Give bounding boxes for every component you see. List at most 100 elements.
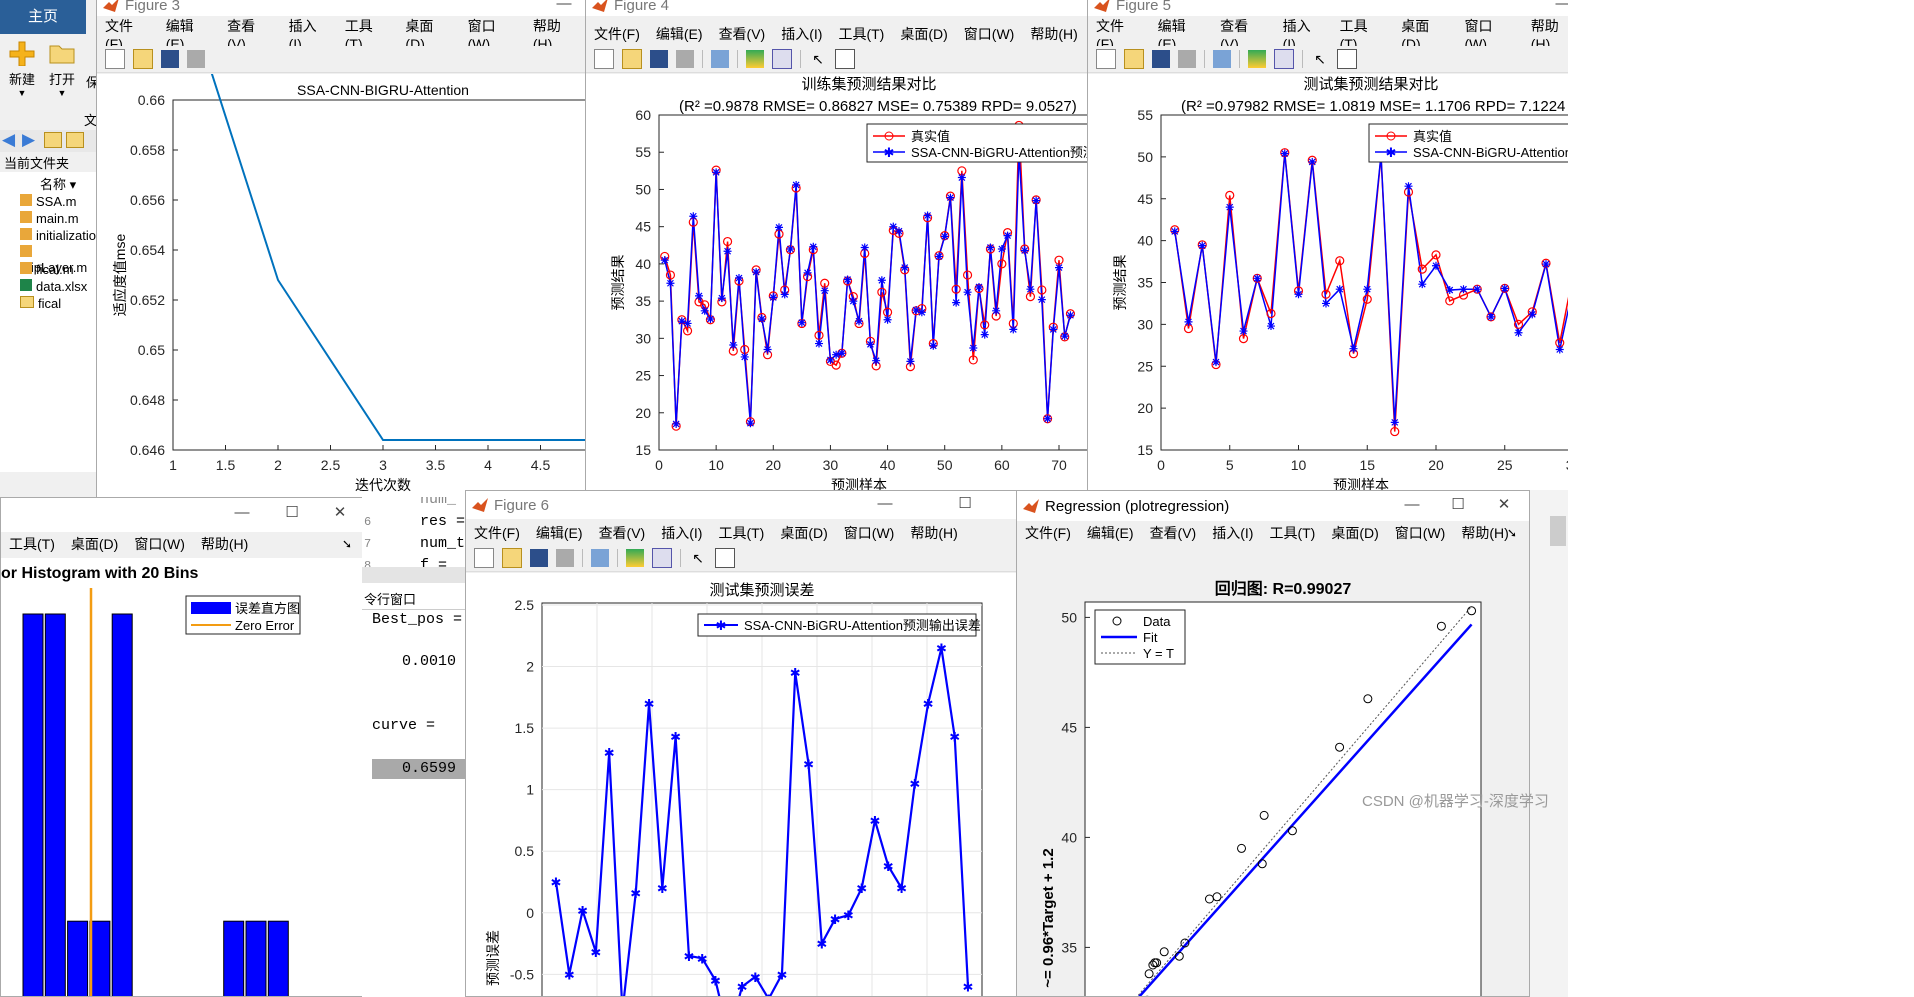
link-plot-icon[interactable]: [1213, 50, 1231, 68]
editor-scrollbar[interactable]: [362, 567, 468, 583]
new-figure-icon[interactable]: [594, 49, 614, 69]
dock-arrow-icon[interactable]: ➘: [342, 537, 352, 551]
maximize-icon[interactable]: ☐: [1435, 495, 1481, 517]
open-file-icon[interactable]: [502, 548, 522, 568]
open-file-icon[interactable]: [1124, 49, 1144, 69]
menu-tools[interactable]: 工具(T): [9, 534, 55, 554]
close-icon[interactable]: ✕: [317, 503, 363, 525]
colorbar-icon[interactable]: [1248, 50, 1266, 68]
menu-view[interactable]: 查看(V): [719, 24, 766, 44]
y-tick-label: 20: [635, 405, 651, 421]
open-file-icon[interactable]: [622, 49, 642, 69]
file-item[interactable]: initializatio: [20, 228, 96, 243]
new-figure-icon[interactable]: [105, 49, 125, 69]
save-icon[interactable]: [161, 50, 179, 68]
legend-icon[interactable]: [772, 49, 792, 69]
menu-window[interactable]: 窗口(W): [1395, 523, 1446, 543]
menu-insert[interactable]: 插入(I): [1212, 523, 1253, 543]
name-column-header[interactable]: 名称 ▾: [40, 174, 76, 193]
predicted-value-marker: [1445, 286, 1454, 295]
y-tick-label: 40: [635, 256, 651, 272]
figure-4-titlebar[interactable]: Figure 4: [586, 0, 1089, 16]
link-plot-icon[interactable]: [711, 50, 729, 68]
legend-icon[interactable]: [652, 548, 672, 568]
file-item[interactable]: fical.m: [20, 262, 74, 277]
error-marker: ✱: [577, 903, 588, 918]
colorbar-icon[interactable]: [746, 50, 764, 68]
home-tab[interactable]: 主页: [0, 0, 86, 34]
error-marker: ✱: [737, 980, 748, 995]
menu-view[interactable]: 查看(V): [1150, 523, 1197, 543]
menu-desktop[interactable]: 桌面(D): [71, 534, 118, 554]
pointer-icon[interactable]: ↖: [1311, 50, 1329, 68]
menu-help[interactable]: 帮助(H): [1461, 523, 1508, 543]
new-figure-icon[interactable]: [474, 548, 494, 568]
save-icon[interactable]: [1152, 50, 1170, 68]
maximize-icon[interactable]: ☐: [269, 503, 315, 525]
new-figure-icon[interactable]: [1096, 49, 1116, 69]
menu-tools[interactable]: 工具(T): [838, 24, 884, 44]
property-editor-icon[interactable]: [1337, 49, 1357, 69]
pointer-icon[interactable]: ↖: [689, 549, 707, 567]
minimize-icon[interactable]: —: [541, 0, 587, 16]
menu-edit[interactable]: 编辑(E): [536, 523, 583, 543]
menu-file[interactable]: 文件(F): [594, 24, 640, 44]
open-button[interactable]: 打开 ▼: [44, 40, 80, 98]
menu-insert[interactable]: 插入(I): [781, 24, 822, 44]
file-item[interactable]: SSA.m: [20, 194, 76, 209]
menu-help[interactable]: 帮助(H): [201, 534, 248, 554]
print-icon[interactable]: [187, 50, 205, 68]
histogram-titlebar[interactable]: — ☐ ✕: [1, 498, 364, 532]
open-file-icon[interactable]: [133, 49, 153, 69]
menu-tools[interactable]: 工具(T): [1269, 523, 1315, 543]
print-icon[interactable]: [1178, 50, 1196, 68]
menu-window[interactable]: 窗口(W): [134, 534, 185, 554]
up-folder-icon[interactable]: [44, 132, 62, 148]
close-icon[interactable]: ✕: [1481, 495, 1527, 517]
predicted-value-marker: [717, 294, 726, 303]
colorbar-icon[interactable]: [626, 549, 644, 567]
right-scrollbar[interactable]: [1530, 490, 1568, 997]
menu-file[interactable]: 文件(F): [474, 523, 520, 543]
figure-5-titlebar[interactable]: Figure 5 —: [1088, 0, 1586, 16]
menu-window[interactable]: 窗口(W): [844, 523, 895, 543]
menu-help[interactable]: 帮助(H): [910, 523, 957, 543]
folder-item[interactable]: fical: [20, 296, 61, 311]
menu-edit[interactable]: 编辑(E): [656, 24, 703, 44]
pointer-icon[interactable]: ↖: [809, 50, 827, 68]
minimize-icon[interactable]: —: [862, 494, 908, 516]
menu-file[interactable]: 文件(F): [1025, 523, 1071, 543]
x-tick-label: 70: [1051, 457, 1067, 473]
minimize-icon[interactable]: —: [219, 503, 265, 525]
property-editor-icon[interactable]: [835, 49, 855, 69]
print-icon[interactable]: [676, 50, 694, 68]
minimize-icon[interactable]: —: [1389, 495, 1435, 517]
browse-icon[interactable]: [66, 132, 84, 148]
menu-tools[interactable]: 工具(T): [718, 523, 764, 543]
legend-icon[interactable]: [1274, 49, 1294, 69]
print-icon[interactable]: [556, 549, 574, 567]
menu-desktop[interactable]: 桌面(D): [780, 523, 827, 543]
file-item[interactable]: data.xlsx: [20, 279, 87, 294]
regression-titlebar[interactable]: Regression (plotregression) — ☐ ✕: [1017, 491, 1529, 521]
figure-3-titlebar[interactable]: Figure 3 —: [97, 0, 587, 16]
menu-edit[interactable]: 编辑(E): [1087, 523, 1134, 543]
save-icon[interactable]: [650, 50, 668, 68]
save-icon[interactable]: [530, 549, 548, 567]
menu-desktop[interactable]: 桌面(D): [1331, 523, 1378, 543]
maximize-icon[interactable]: ☐: [942, 494, 988, 516]
link-plot-icon[interactable]: [591, 549, 609, 567]
figure-6-titlebar[interactable]: Figure 6 — ☐: [466, 491, 1019, 519]
menu-insert[interactable]: 插入(I): [661, 523, 702, 543]
back-icon[interactable]: ◀: [2, 130, 15, 150]
property-editor-icon[interactable]: [715, 548, 735, 568]
forward-icon[interactable]: ▶: [22, 130, 35, 150]
menu-view[interactable]: 查看(V): [599, 523, 646, 543]
menu-help[interactable]: 帮助(H): [1030, 24, 1077, 44]
x-tick-label: 25: [1497, 457, 1513, 473]
file-item[interactable]: main.m: [20, 211, 79, 226]
dock-arrow-icon[interactable]: ➘: [1507, 526, 1517, 540]
menu-window[interactable]: 窗口(W): [964, 24, 1015, 44]
new-button[interactable]: 新建 ▼: [4, 40, 40, 98]
menu-desktop[interactable]: 桌面(D): [900, 24, 947, 44]
